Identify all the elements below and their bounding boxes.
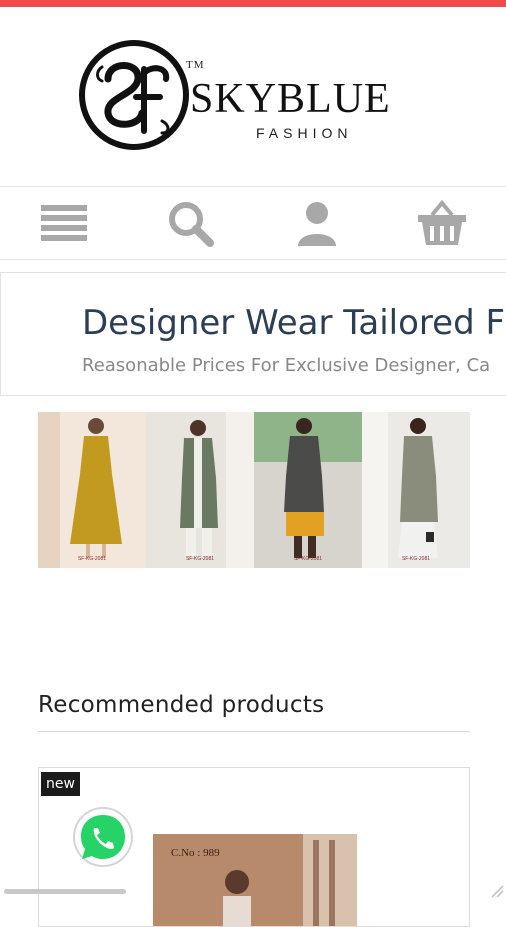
promo-panel: SF-KG-2081 bbox=[362, 412, 470, 568]
logo-tagline: FASHION bbox=[256, 125, 353, 141]
section-divider bbox=[38, 731, 470, 732]
cart-button[interactable] bbox=[414, 195, 470, 251]
model-figure-icon bbox=[254, 412, 362, 568]
menu-icon bbox=[41, 205, 87, 241]
product-code: C.No : 989 bbox=[171, 847, 220, 859]
user-icon bbox=[298, 202, 336, 246]
logo-trademark: TM bbox=[186, 59, 205, 71]
account-button[interactable] bbox=[289, 195, 345, 251]
nav-bar bbox=[0, 186, 506, 260]
model-figure-icon bbox=[362, 412, 438, 568]
logo-monogram-icon bbox=[79, 40, 189, 150]
promo-panel: SF-KG-2081 bbox=[38, 412, 146, 568]
promo-code: SF-KG-2081 bbox=[77, 556, 107, 562]
search-button[interactable] bbox=[162, 195, 218, 251]
search-icon bbox=[169, 202, 214, 247]
promo-panel: SF-KG-2081 bbox=[146, 412, 254, 568]
model-figure-icon bbox=[38, 412, 122, 568]
promo-code: SF-KG-2081 bbox=[185, 556, 215, 562]
menu-button[interactable] bbox=[36, 195, 92, 251]
banner-subtitle: Reasonable Prices For Exclusive Designer… bbox=[82, 355, 491, 376]
promo-image[interactable]: SF-KG-2081 SF-KG-2081 SF-KG-2081 SF-KG-2… bbox=[38, 412, 470, 568]
model-figure-icon bbox=[180, 412, 254, 568]
site-header: TM SKYBLUE FASHION bbox=[0, 7, 506, 187]
promo-code: SF-KG-2081 bbox=[401, 556, 431, 562]
logo-brand-name: SKYBLUE bbox=[190, 76, 391, 122]
hero-banner[interactable]: Designer Wear Tailored F Reasonable Pric… bbox=[0, 272, 506, 396]
promo-panel: SF-KG-2081 bbox=[254, 412, 362, 568]
brand-logo[interactable]: TM SKYBLUE FASHION bbox=[78, 39, 438, 155]
horizontal-scrollbar[interactable] bbox=[4, 889, 126, 894]
new-badge: new bbox=[41, 772, 80, 796]
top-accent-bar bbox=[0, 0, 506, 7]
resize-handle-icon[interactable] bbox=[490, 884, 504, 898]
recommended-products-heading: Recommended products bbox=[38, 692, 325, 718]
promo-code: SF-KG-2081 bbox=[293, 556, 323, 562]
whatsapp-icon[interactable] bbox=[72, 806, 134, 868]
banner-title: Designer Wear Tailored F bbox=[82, 303, 506, 343]
cart-icon bbox=[418, 199, 466, 245]
